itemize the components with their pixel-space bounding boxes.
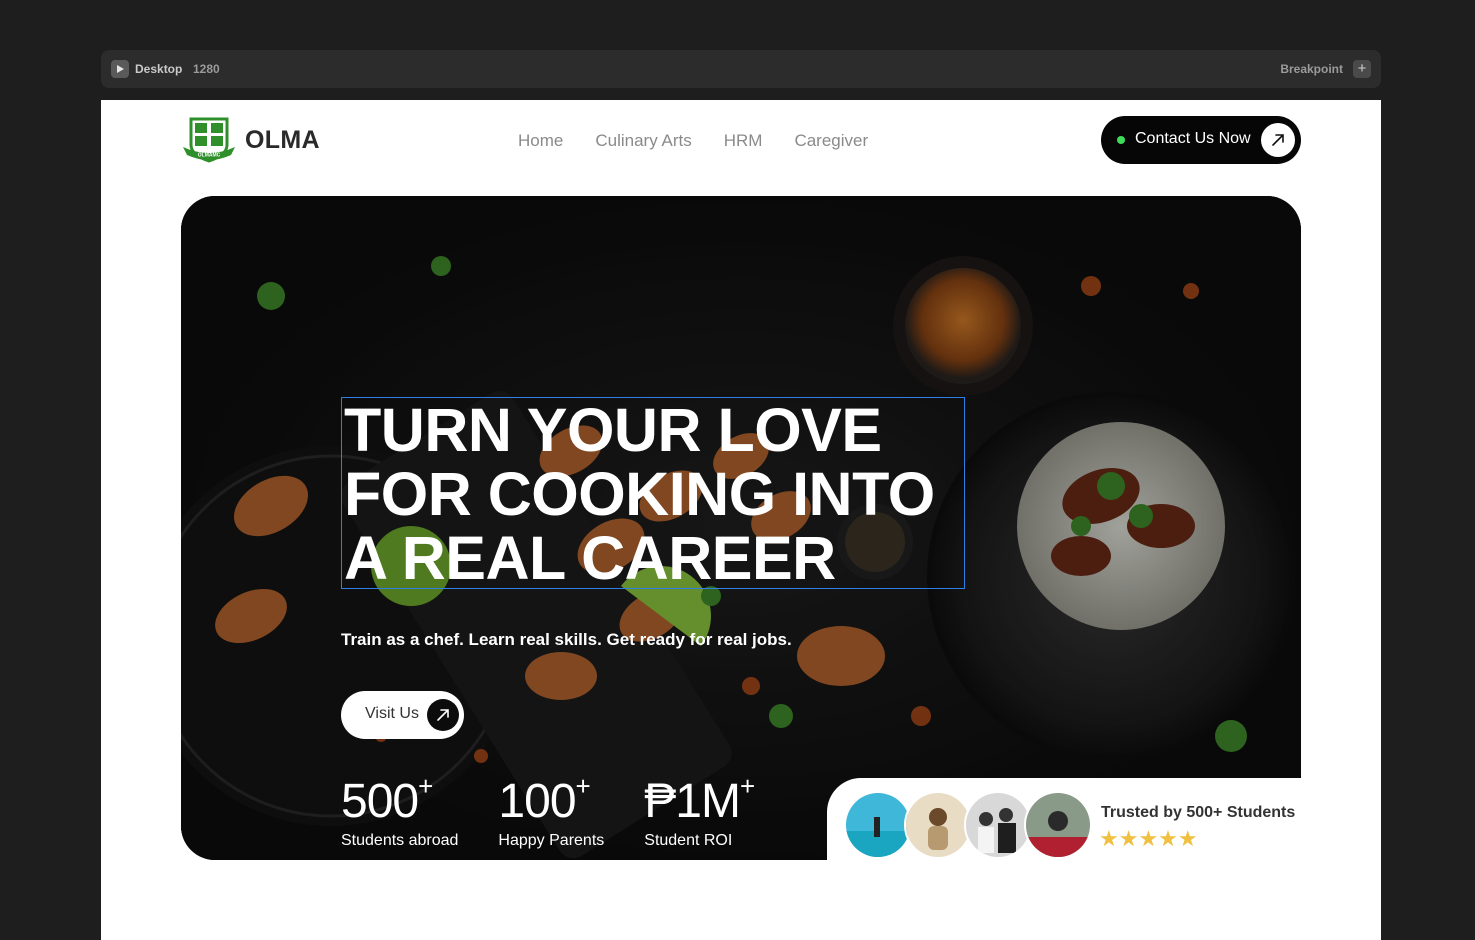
trusted-label: Trusted by 500+ Students	[1101, 804, 1296, 821]
width-label: 1280	[193, 62, 220, 76]
nav-culinary-arts[interactable]: Culinary Arts	[595, 131, 691, 151]
student-avatars	[844, 791, 1094, 859]
contact-us-button[interactable]: Contact Us Now	[1101, 116, 1301, 164]
stat-plus: +	[739, 771, 755, 801]
nav-home[interactable]: Home	[518, 131, 563, 151]
status-dot-icon	[1117, 136, 1125, 144]
brand-name[interactable]: OLMA	[245, 126, 320, 155]
stat-label: Students abroad	[341, 832, 459, 849]
stat-happy-parents: 100+ Happy Parents	[498, 773, 605, 850]
olma-logo-icon[interactable]: OLMAMC	[181, 115, 237, 163]
hero-section: TURN YOUR LOVE FOR COOKING INTO A REAL C…	[181, 196, 1301, 860]
page-canvas: OLMAMC OLMA Home Culinary Arts HRM Careg…	[101, 100, 1381, 940]
breakpoint-label[interactable]: Breakpoint	[1280, 62, 1343, 76]
nav-hrm[interactable]: HRM	[724, 131, 763, 151]
contact-us-label: Contact Us Now	[1135, 130, 1251, 147]
main-nav: Home Culinary Arts HRM Caregiver	[518, 131, 868, 151]
logo-text: OLMAMC	[198, 153, 221, 159]
arrow-up-right-icon	[1261, 123, 1295, 157]
nav-caregiver[interactable]: Caregiver	[794, 131, 868, 151]
hero-subtitle: Train as a chef. Learn real skills. Get …	[341, 630, 792, 649]
stat-student-roi: ₱1M+ Student ROI	[644, 773, 755, 850]
stat-label: Happy Parents	[498, 832, 605, 849]
stat-students-abroad: 500+ Students abroad	[341, 773, 459, 850]
avatar[interactable]	[1024, 791, 1092, 859]
stats-row: 500+ Students abroad 100+ Happy Parents …	[341, 773, 794, 850]
visit-us-label: Visit Us	[365, 705, 419, 722]
stat-plus: +	[418, 771, 433, 801]
stat-label: Student ROI	[644, 832, 733, 849]
headline-line-3: A REAL CAREER	[344, 524, 836, 592]
stat-plus: +	[575, 771, 591, 801]
play-icon[interactable]	[111, 60, 129, 78]
hero-headline[interactable]: TURN YOUR LOVE FOR COOKING INTO A REAL C…	[341, 396, 965, 592]
visit-us-button[interactable]: Visit Us	[341, 691, 464, 739]
editor-toolbar: Desktop 1280 Breakpoint +	[101, 50, 1381, 88]
arrow-up-right-icon	[427, 699, 459, 731]
rating-stars-icon: ★★★★★	[1099, 826, 1198, 851]
avatar[interactable]	[844, 791, 912, 859]
stat-value: 500	[341, 775, 419, 828]
device-label[interactable]: Desktop	[135, 62, 182, 76]
headline-line-2: FOR COOKING INTO	[344, 460, 935, 528]
avatar[interactable]	[964, 791, 1032, 859]
add-breakpoint-icon[interactable]: +	[1353, 60, 1371, 78]
stat-value: 100	[498, 775, 576, 828]
stat-value: ₱1M	[644, 775, 741, 828]
headline-line-1: TURN YOUR LOVE	[344, 396, 882, 464]
avatar[interactable]	[904, 791, 972, 859]
